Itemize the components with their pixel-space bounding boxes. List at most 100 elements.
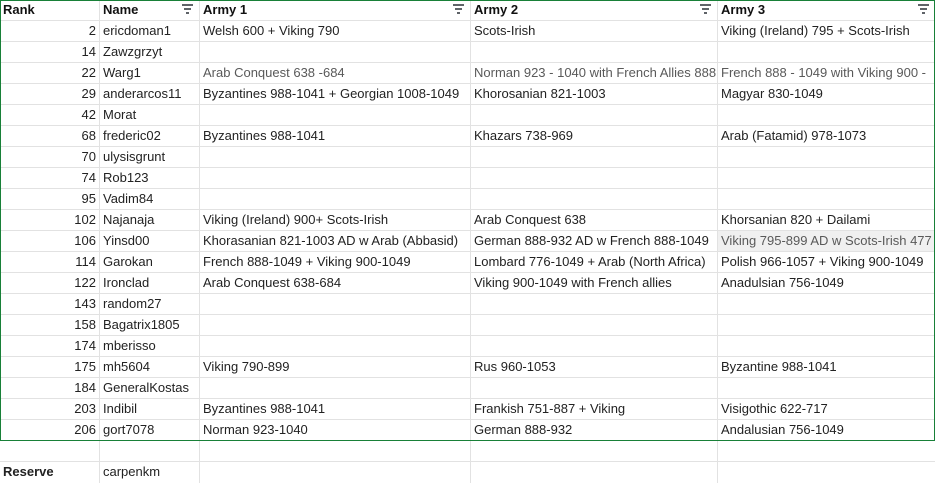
name-cell[interactable]: Indibil xyxy=(100,399,200,420)
rank-cell[interactable]: 106 xyxy=(0,231,100,252)
army1-cell[interactable] xyxy=(200,189,471,210)
header-rank[interactable]: Rank xyxy=(0,0,100,21)
empty-cell[interactable] xyxy=(200,441,471,462)
army2-cell[interactable]: Frankish 751-887 + Viking xyxy=(471,399,718,420)
army3-cell[interactable] xyxy=(718,189,935,210)
name-cell[interactable]: ulysisgrunt xyxy=(100,147,200,168)
army3-cell[interactable]: Byzantine 988-1041 xyxy=(718,357,935,378)
rank-cell[interactable]: 74 xyxy=(0,168,100,189)
army3-cell[interactable] xyxy=(718,147,935,168)
filter-icon[interactable] xyxy=(700,4,711,16)
name-cell[interactable]: Rob123 xyxy=(100,168,200,189)
rank-cell[interactable]: 158 xyxy=(0,315,100,336)
empty-cell[interactable] xyxy=(0,441,100,462)
army3-cell[interactable]: Visigothic 622-717 xyxy=(718,399,935,420)
army2-cell[interactable] xyxy=(471,336,718,357)
rank-cell[interactable]: 203 xyxy=(0,399,100,420)
army1-cell[interactable] xyxy=(200,42,471,63)
rank-cell[interactable]: 206 xyxy=(0,420,100,441)
army2-cell[interactable]: Norman 923 - 1040 with French Allies 888 xyxy=(471,63,718,84)
army3-cell[interactable]: Khorsanian 820 + Dailami xyxy=(718,210,935,231)
army3-cell[interactable] xyxy=(718,378,935,399)
rank-cell[interactable]: 22 xyxy=(0,63,100,84)
army3-cell[interactable]: Magyar 830-1049 xyxy=(718,84,935,105)
army2-cell[interactable]: Rus 960-1053 xyxy=(471,357,718,378)
name-cell[interactable]: random27 xyxy=(100,294,200,315)
filter-icon[interactable] xyxy=(453,4,464,16)
empty-cell[interactable] xyxy=(718,441,935,462)
army1-cell[interactable]: Welsh 600 + Viking 790 xyxy=(200,21,471,42)
empty-cell[interactable] xyxy=(100,441,200,462)
army2-cell[interactable] xyxy=(471,168,718,189)
army2-cell[interactable] xyxy=(471,294,718,315)
army1-cell[interactable]: Arab Conquest 638-684 xyxy=(200,273,471,294)
army2-cell[interactable] xyxy=(471,147,718,168)
rank-cell[interactable]: 184 xyxy=(0,378,100,399)
army2-cell[interactable] xyxy=(471,189,718,210)
army3-cell[interactable] xyxy=(718,42,935,63)
rank-cell[interactable]: 29 xyxy=(0,84,100,105)
name-cell[interactable]: anderarcos11 xyxy=(100,84,200,105)
name-cell[interactable]: Morat xyxy=(100,105,200,126)
name-cell[interactable]: frederic02 xyxy=(100,126,200,147)
rank-cell[interactable]: 14 xyxy=(0,42,100,63)
name-cell[interactable]: Garokan xyxy=(100,252,200,273)
rank-cell[interactable]: 122 xyxy=(0,273,100,294)
army2-cell[interactable]: Khazars 738-969 xyxy=(471,126,718,147)
army3-cell[interactable]: Arab (Fatamid) 978-1073 xyxy=(718,126,935,147)
name-cell[interactable]: Zawzgrzyt xyxy=(100,42,200,63)
empty-cell[interactable] xyxy=(200,462,471,483)
army2-cell[interactable]: Arab Conquest 638 xyxy=(471,210,718,231)
army3-cell[interactable] xyxy=(718,336,935,357)
army2-cell[interactable] xyxy=(471,315,718,336)
name-cell[interactable]: mh5604 xyxy=(100,357,200,378)
empty-cell[interactable] xyxy=(471,462,718,483)
army1-cell[interactable] xyxy=(200,294,471,315)
army1-cell[interactable]: Byzantines 988-1041 xyxy=(200,399,471,420)
army1-cell[interactable]: French 888-1049 + Viking 900-1049 xyxy=(200,252,471,273)
header-army1[interactable]: Army 1 xyxy=(200,0,471,21)
rank-cell[interactable]: 68 xyxy=(0,126,100,147)
army3-cell[interactable]: Viking 795-899 AD w Scots-Irish 477 xyxy=(718,231,935,252)
army1-cell[interactable] xyxy=(200,378,471,399)
rank-cell[interactable]: 95 xyxy=(0,189,100,210)
rank-cell[interactable]: 70 xyxy=(0,147,100,168)
name-cell[interactable]: Warg1 xyxy=(100,63,200,84)
army3-cell[interactable] xyxy=(718,168,935,189)
filter-icon[interactable] xyxy=(182,4,193,16)
name-cell[interactable]: GeneralKostas xyxy=(100,378,200,399)
empty-cell[interactable] xyxy=(718,462,935,483)
army2-cell[interactable] xyxy=(471,105,718,126)
army2-cell[interactable] xyxy=(471,42,718,63)
name-cell[interactable]: Bagatrix1805 xyxy=(100,315,200,336)
army1-cell[interactable]: Viking (Ireland) 900+ Scots-Irish xyxy=(200,210,471,231)
rank-cell[interactable]: 102 xyxy=(0,210,100,231)
army1-cell[interactable]: Byzantines 988-1041 + Georgian 1008-1049 xyxy=(200,84,471,105)
rank-cell[interactable]: 175 xyxy=(0,357,100,378)
rank-cell[interactable]: 2 xyxy=(0,21,100,42)
rank-cell[interactable]: 42 xyxy=(0,105,100,126)
army1-cell[interactable] xyxy=(200,105,471,126)
army3-cell[interactable]: Anadulsian 756-1049 xyxy=(718,273,935,294)
army1-cell[interactable] xyxy=(200,336,471,357)
army3-cell[interactable]: Andalusian 756-1049 xyxy=(718,420,935,441)
army2-cell[interactable] xyxy=(471,378,718,399)
army1-cell[interactable] xyxy=(200,315,471,336)
army3-cell[interactable] xyxy=(718,294,935,315)
name-cell[interactable]: Ironclad xyxy=(100,273,200,294)
rank-cell[interactable]: 143 xyxy=(0,294,100,315)
army1-cell[interactable]: Viking 790-899 xyxy=(200,357,471,378)
header-army3[interactable]: Army 3 xyxy=(718,0,935,21)
army2-cell[interactable]: Lombard 776-1049 + Arab (North Africa) xyxy=(471,252,718,273)
army3-cell[interactable]: Viking (Ireland) 795 + Scots-Irish xyxy=(718,21,935,42)
empty-cell[interactable] xyxy=(471,441,718,462)
name-cell[interactable]: mberisso xyxy=(100,336,200,357)
name-cell[interactable]: gort7078 xyxy=(100,420,200,441)
reserve-name-cell[interactable]: carpenkm xyxy=(100,462,200,483)
army1-cell[interactable]: Khorasanian 821-1003 AD w Arab (Abbasid) xyxy=(200,231,471,252)
name-cell[interactable]: Yinsd00 xyxy=(100,231,200,252)
reserve-label[interactable]: Reserve xyxy=(0,462,100,483)
army3-cell[interactable]: French 888 - 1049 with Viking 900 - xyxy=(718,63,935,84)
filter-icon[interactable] xyxy=(918,4,929,16)
army1-cell[interactable]: Arab Conquest 638 -684 xyxy=(200,63,471,84)
